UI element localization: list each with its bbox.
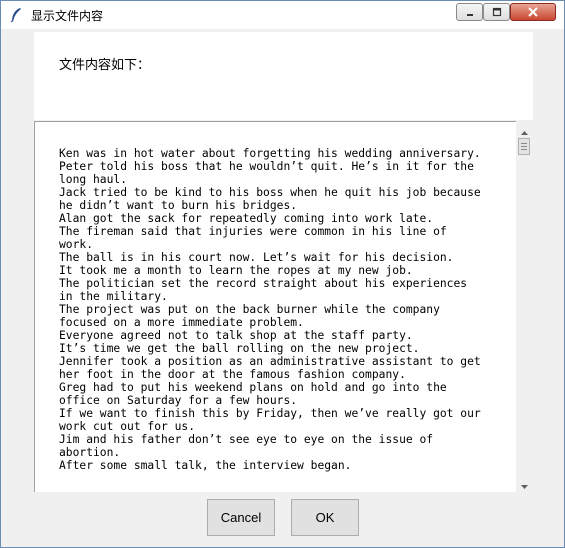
feather-icon bbox=[9, 7, 23, 23]
arrow-up-icon bbox=[521, 120, 528, 139]
content-line: long haul. bbox=[59, 173, 128, 186]
content-line: work. bbox=[59, 238, 94, 251]
content-line: her foot in the door at the famous fashi… bbox=[59, 368, 406, 381]
content-line: he didn’t want to burn his bridges. bbox=[59, 199, 298, 212]
minimize-icon bbox=[465, 7, 475, 17]
file-content-text: Ken was in hot water about forgetting hi… bbox=[59, 147, 499, 472]
content-line: Ken was in hot water about forgetting hi… bbox=[59, 147, 481, 160]
cancel-button[interactable]: Cancel bbox=[207, 499, 275, 536]
content-line: office on Saturday for a few hours. bbox=[59, 394, 298, 407]
content-line: Jack tried to be kind to his boss when h… bbox=[59, 186, 481, 199]
content-line: Peter told his boss that he wouldn’t qui… bbox=[59, 160, 474, 173]
content-line: It took me a month to learn the ropes at… bbox=[59, 264, 413, 277]
content-line: If we want to finish this by Friday, the… bbox=[59, 407, 481, 420]
content-line: The ball is in his court now. Let’s wait… bbox=[59, 251, 454, 264]
close-button[interactable] bbox=[510, 3, 556, 21]
content-line: It’s time we get the ball rolling on the… bbox=[59, 342, 420, 355]
content-line: Alan got the sack for repeatedly coming … bbox=[59, 212, 434, 225]
content-line: work cut out for us. bbox=[59, 420, 196, 433]
scroll-up-button[interactable] bbox=[516, 121, 533, 138]
content-line: in the military. bbox=[59, 290, 168, 303]
header-panel: 文件内容如下： bbox=[34, 32, 533, 120]
content-line: Jennifer took a position as an administr… bbox=[59, 355, 481, 368]
scroll-thumb[interactable] bbox=[518, 138, 530, 155]
scroll-down-button[interactable] bbox=[516, 475, 533, 492]
vertical-scrollbar[interactable] bbox=[516, 121, 533, 492]
close-icon bbox=[527, 7, 539, 17]
content-line: Jim and his father don’t see eye to eye … bbox=[59, 433, 434, 446]
content-line: abortion. bbox=[59, 446, 121, 459]
content-line: After some small talk, the interview beg… bbox=[59, 459, 352, 472]
minimize-button[interactable] bbox=[456, 3, 483, 21]
file-content-textarea[interactable]: Ken was in hot water about forgetting hi… bbox=[34, 121, 533, 492]
arrow-down-icon bbox=[521, 474, 528, 493]
maximize-button[interactable] bbox=[483, 3, 510, 21]
content-line: The fireman said that injuries were comm… bbox=[59, 225, 447, 238]
content-line: Everyone agreed not to talk shop at the … bbox=[59, 329, 413, 342]
content-line: focused on a more immediate problem. bbox=[59, 316, 304, 329]
maximize-icon bbox=[492, 7, 502, 17]
content-line: The politician set the record straight a… bbox=[59, 277, 468, 290]
dialog-window: 显示文件内容 文件内容如下： Ken was in hot water abou… bbox=[0, 0, 565, 548]
content-heading: 文件内容如下： bbox=[59, 58, 151, 73]
content-line: Greg had to put his weekend plans on hol… bbox=[59, 381, 447, 394]
content-line: The project was put on the back burner w… bbox=[59, 303, 440, 316]
window-title: 显示文件内容 bbox=[31, 9, 104, 23]
title-bar[interactable]: 显示文件内容 bbox=[1, 1, 564, 29]
ok-button[interactable]: OK bbox=[291, 499, 359, 536]
